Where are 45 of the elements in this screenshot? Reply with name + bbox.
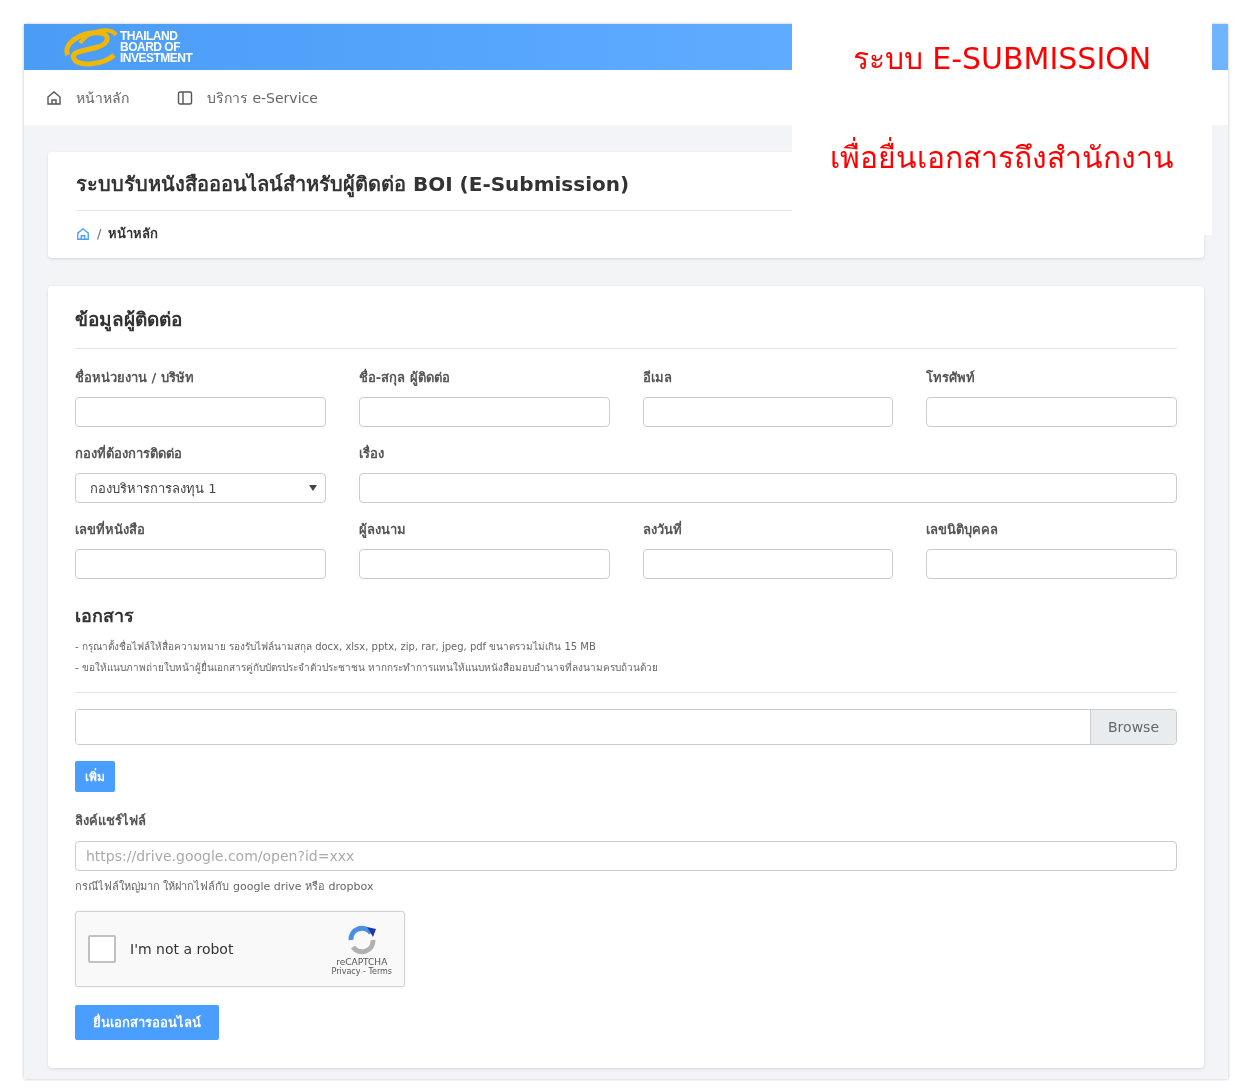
field-label: ผู้ลงนาม	[358, 521, 407, 540]
input-field[interactable]	[358, 473, 1177, 503]
note-text: - กรุณาตั้งชื่อไฟล์ให้สื่อความหมาย รองรับไฟล์นามสกุล docx, xlsx, pptx, zip, rar, jpeg, pdf ขนาดรวมไม่เกิน 15 MB	[75, 639, 596, 654]
field-label: ลงวันที่	[642, 519, 683, 539]
checkbox[interactable]	[88, 935, 116, 963]
caret-icon	[308, 485, 317, 491]
privacy-links[interactable]: Privacy - Terms	[331, 966, 392, 976]
captcha-label: I'm not a robot	[130, 941, 235, 957]
input-field[interactable]	[642, 397, 894, 427]
browse-button[interactable]: Browse	[1090, 710, 1176, 744]
input-field[interactable]	[358, 397, 610, 427]
input-field[interactable]	[75, 397, 326, 427]
field-label: ชื่อ-สกุล ผู้ติดต่อ	[358, 367, 451, 388]
field-label: โทรศัพท์	[926, 369, 977, 387]
input-field[interactable]	[75, 549, 326, 579]
link-field[interactable]: https://drive.google.com/open?id=xxx	[75, 841, 1177, 871]
logo-text: THAILAND	[120, 30, 178, 42]
input-field[interactable]	[642, 549, 894, 579]
logo-text: INVESTMENT	[120, 52, 193, 64]
note-text: - ขอให้แนบภาพถ่ายใบหน้าผู้ยื่นเอกสารคู่กับบัตรประจำตัวประชาชน หากกระทำการแทนให้แนบหนังสือมอบอำนาจที่ลงนามครบถ้วนด้วย	[75, 660, 658, 675]
nav-link[interactable]: หน้าหลัก	[46, 86, 129, 109]
field-label: กองที่ต้องการติดต่อ	[75, 443, 183, 463]
nav-link[interactable]: บริการ e-Service	[177, 86, 318, 109]
field-label: เลขที่หนังสือ	[75, 519, 146, 539]
captcha-brand: reCAPTCHA	[336, 956, 388, 967]
sidebar-icon	[177, 89, 193, 106]
annotation-text: ระบบ E-SUBMISSION	[852, 40, 1152, 78]
field-label: เรื่อง	[358, 443, 385, 463]
field-label: ชื่อหน่วยงาน / บริษัท	[75, 367, 195, 387]
file-field[interactable]: Browse	[75, 709, 1177, 745]
field-label: อีเมล	[642, 369, 673, 387]
home-icon	[46, 89, 62, 106]
section-title: เอกสาร	[75, 604, 134, 628]
input-field[interactable]	[926, 397, 1177, 427]
section-title: ข้อมูลผู้ติดต่อ	[75, 304, 1177, 349]
input-field[interactable]	[358, 549, 610, 579]
logo-text: BOARD OF	[120, 41, 180, 53]
input-field[interactable]	[926, 549, 1177, 579]
hint-text: กรณีไฟล์ใหญ่มาก ให้ฝากไฟล์กับ google drive หรือ dropbox	[75, 879, 374, 895]
breadcrumb-item[interactable]: หน้าหลัก	[108, 223, 159, 244]
home-icon[interactable]	[76, 226, 90, 241]
select-field[interactable]: กองบริหารการลงทุน 1	[75, 473, 326, 503]
field-label: ลิงค์แชร์ไฟล์	[75, 812, 146, 830]
field-label: เลขนิติบุคคล	[926, 521, 1000, 540]
breadcrumb-separator: /	[97, 226, 102, 241]
